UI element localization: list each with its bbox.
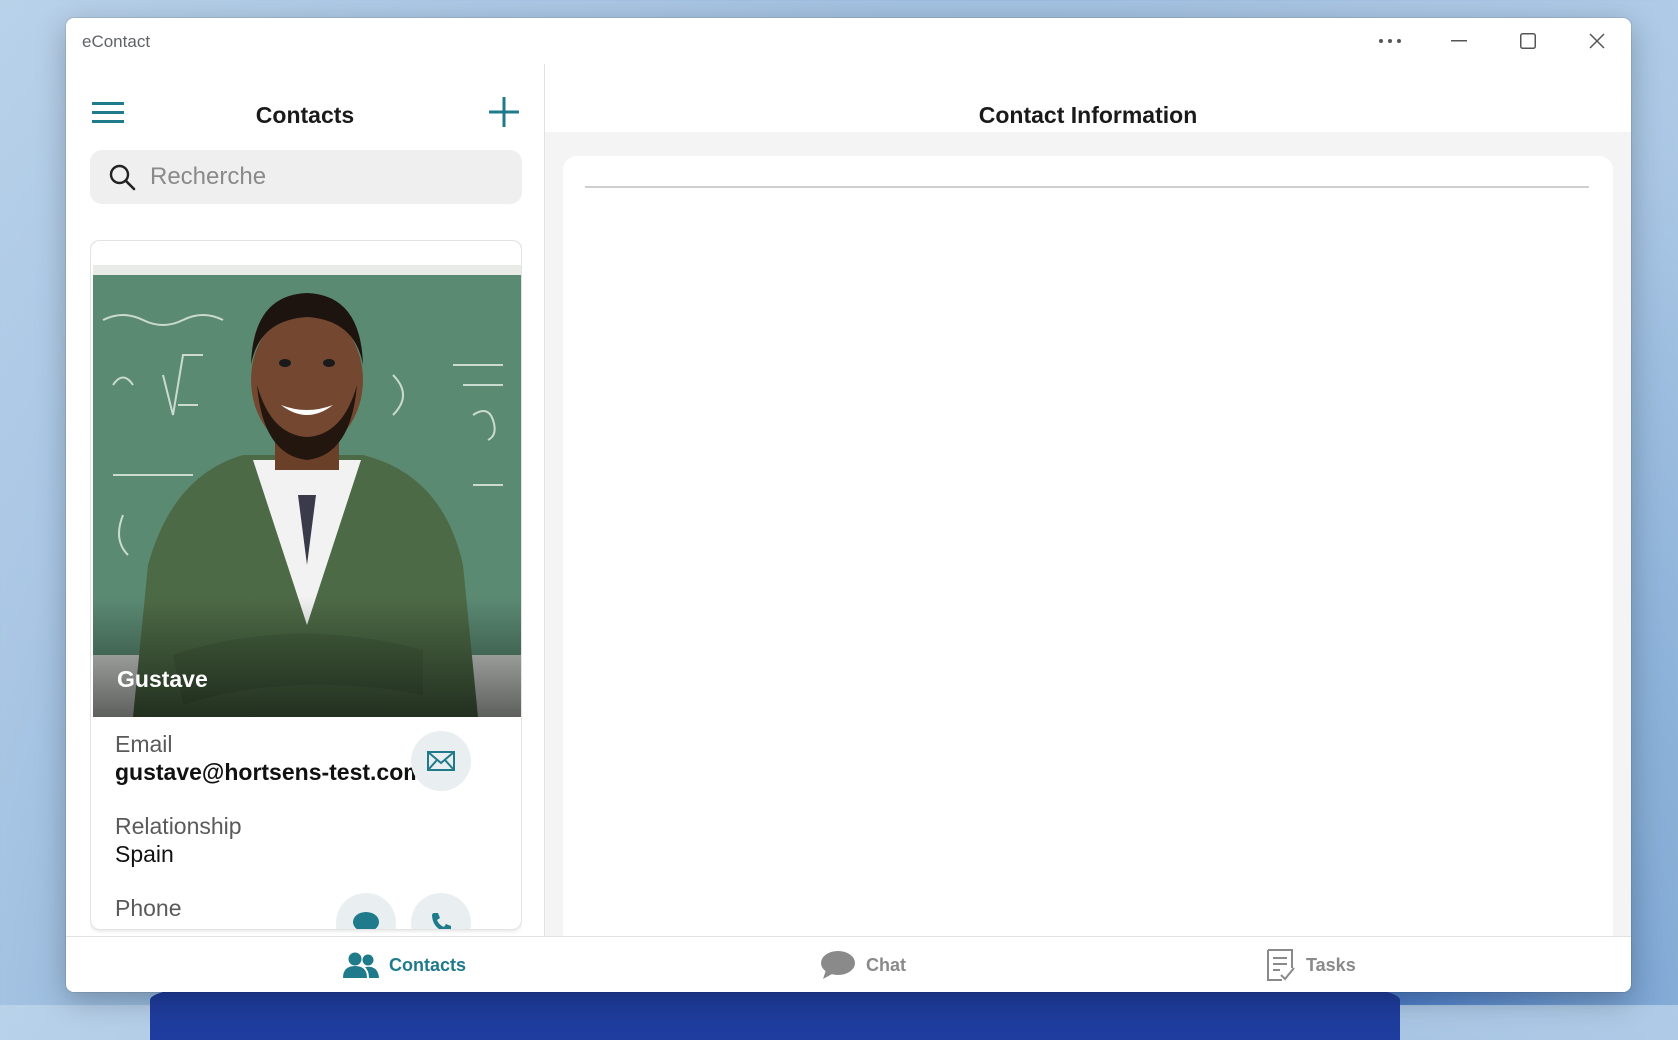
add-contact-button[interactable] <box>486 94 522 130</box>
search-icon <box>109 164 136 191</box>
maximize-icon <box>1520 33 1536 49</box>
close-button[interactable] <box>1574 26 1620 56</box>
tasks-checklist-icon <box>1267 949 1295 981</box>
contacts-title: Contacts <box>255 102 355 128</box>
info-title: Contact Information <box>978 102 1198 128</box>
nav-contacts-label: Contacts <box>389 954 467 975</box>
nav-tasks[interactable]: Tasks <box>1266 937 1356 992</box>
nav-chat[interactable]: Chat <box>820 937 906 992</box>
minimize-icon <box>1451 40 1467 42</box>
search-input[interactable] <box>148 162 512 192</box>
contact-photo: Gustave <box>93 265 521 717</box>
nav-chat-label: Chat <box>866 954 906 975</box>
search-box <box>90 150 522 204</box>
phone-icon <box>432 913 451 929</box>
nav-tasks-label: Tasks <box>1306 954 1356 975</box>
relationship-label: Relationship <box>115 813 242 839</box>
contact-list: Gustave Email gustave@hortsens-test.com … <box>90 240 522 936</box>
envelope-icon <box>427 751 455 771</box>
contact-card[interactable]: Gustave Email gustave@hortsens-test.com … <box>90 240 522 930</box>
message-button[interactable] <box>336 893 396 929</box>
info-card <box>563 156 1613 956</box>
send-email-button[interactable] <box>411 731 471 791</box>
info-header: Contact Information <box>545 64 1631 132</box>
more-icon <box>1379 39 1401 43</box>
maximize-button[interactable] <box>1505 26 1551 56</box>
app-title: eContact <box>82 32 151 51</box>
email-label: Email <box>115 731 173 757</box>
email-value: gustave@hortsens-test.com <box>115 759 424 785</box>
info-divider <box>585 186 1589 188</box>
relationship-value: Spain <box>115 841 174 867</box>
app-window: eContact Contacts Recherche Gustave Emai… <box>66 18 1631 992</box>
close-icon <box>1589 33 1605 49</box>
title-bar: eContact <box>66 18 1631 64</box>
chat-bubble-icon <box>821 951 855 979</box>
more-options-button[interactable] <box>1367 26 1413 56</box>
chat-bubble-icon <box>353 912 379 929</box>
info-panel <box>545 132 1631 956</box>
minimize-button[interactable] <box>1436 26 1482 56</box>
bottom-nav: Contacts Chat Tasks <box>66 936 1631 992</box>
nav-contacts[interactable]: Contacts <box>343 937 466 992</box>
contacts-panel: Contacts Recherche Gustave Email gustave… <box>66 64 544 936</box>
contact-name: Gustave <box>117 666 208 692</box>
people-icon <box>343 952 379 978</box>
call-button[interactable] <box>411 893 471 929</box>
phone-label: Phone <box>115 895 182 921</box>
